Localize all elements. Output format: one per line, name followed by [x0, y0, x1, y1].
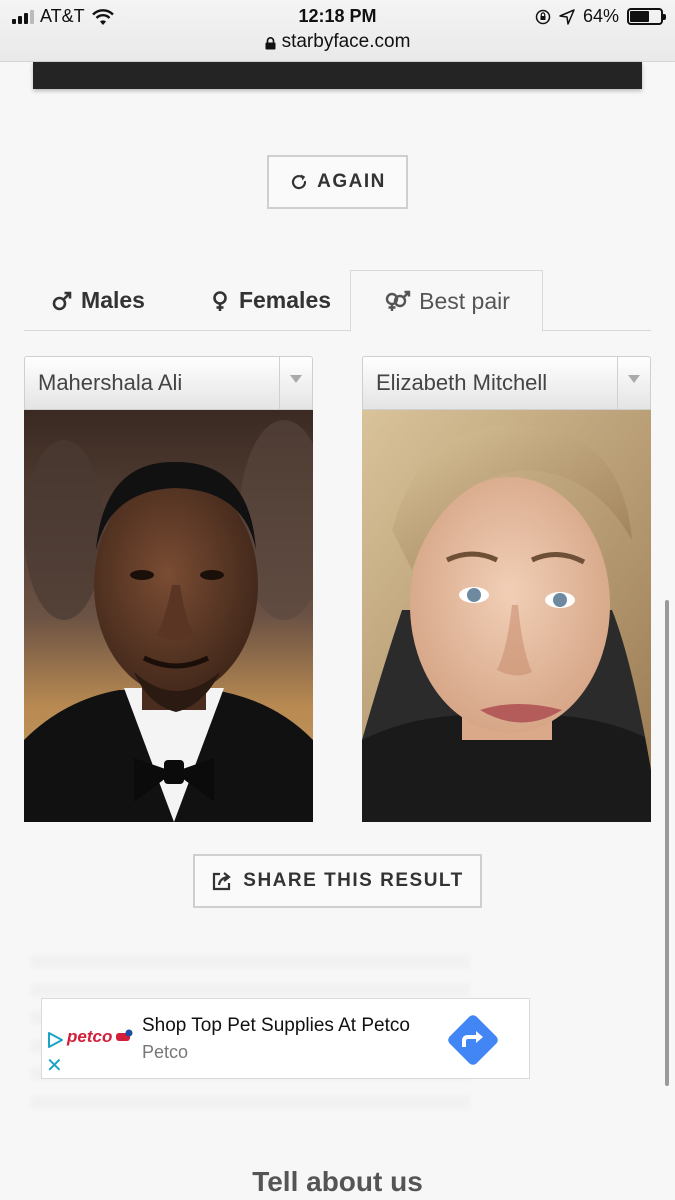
status-bar: AT&T 12:18 PM 64% starbyface.com	[0, 0, 675, 62]
url-text: starbyface.com	[281, 31, 411, 52]
tell-about-us-heading: Tell about us	[252, 1166, 423, 1197]
result-tabs: Males Females Best pair	[24, 270, 651, 332]
left-person-select[interactable]: Mahershala Ali	[24, 356, 313, 410]
scroll-indicator	[665, 600, 669, 1086]
orientation-lock-icon	[535, 9, 551, 24]
tab-best-pair[interactable]: Best pair	[350, 270, 543, 332]
content-banner-bottom	[33, 62, 642, 89]
ad-title: Shop Top Pet Supplies At Petco	[142, 1015, 410, 1036]
lock-icon	[265, 36, 276, 49]
status-right: 64%	[535, 6, 666, 27]
directions-arrow-icon[interactable]	[445, 1012, 501, 1068]
tab-best-pair-label: Best pair	[419, 287, 510, 314]
refresh-icon	[292, 174, 307, 190]
location-icon	[559, 8, 575, 25]
close-icon[interactable]: ✕	[46, 1056, 63, 1076]
petco-logo: petco	[67, 1027, 113, 1046]
tab-females-label: Females	[238, 287, 332, 313]
left-person-photo	[24, 410, 313, 822]
pair-icon	[385, 290, 411, 311]
right-person-photo	[362, 410, 651, 822]
woman-portrait-image	[362, 410, 651, 822]
ad-advertiser: Petco	[142, 1042, 189, 1062]
share-result-button[interactable]: SHARE THIS RESULT	[193, 854, 482, 908]
man-portrait-image	[24, 410, 313, 822]
address-bar[interactable]: starbyface.com	[0, 31, 675, 53]
share-label: SHARE THIS RESULT	[243, 870, 464, 891]
right-person-name: Elizabeth Mitchell	[376, 370, 548, 395]
again-label: AGAIN	[317, 171, 386, 192]
share-icon	[213, 872, 232, 891]
battery-icon	[627, 8, 666, 25]
adchoices-icon[interactable]	[46, 1031, 64, 1049]
left-person-name: Mahershala Ali	[38, 370, 183, 395]
chevron-down-icon	[617, 357, 650, 409]
tab-males[interactable]: Males	[28, 270, 168, 331]
female-icon	[213, 290, 227, 311]
petco-mascot-icon	[116, 1029, 133, 1041]
advertisement[interactable]: ✕ petco Shop Top Pet Supplies At Petco P…	[41, 998, 530, 1079]
battery-fill	[630, 11, 650, 22]
male-icon	[52, 291, 72, 310]
tab-males-label: Males	[81, 287, 145, 313]
tab-females[interactable]: Females	[188, 270, 352, 331]
chevron-down-icon	[279, 357, 312, 409]
battery-percent: 64%	[582, 6, 619, 26]
right-person-select[interactable]: Elizabeth Mitchell	[362, 356, 651, 410]
again-button[interactable]: AGAIN	[267, 155, 408, 209]
